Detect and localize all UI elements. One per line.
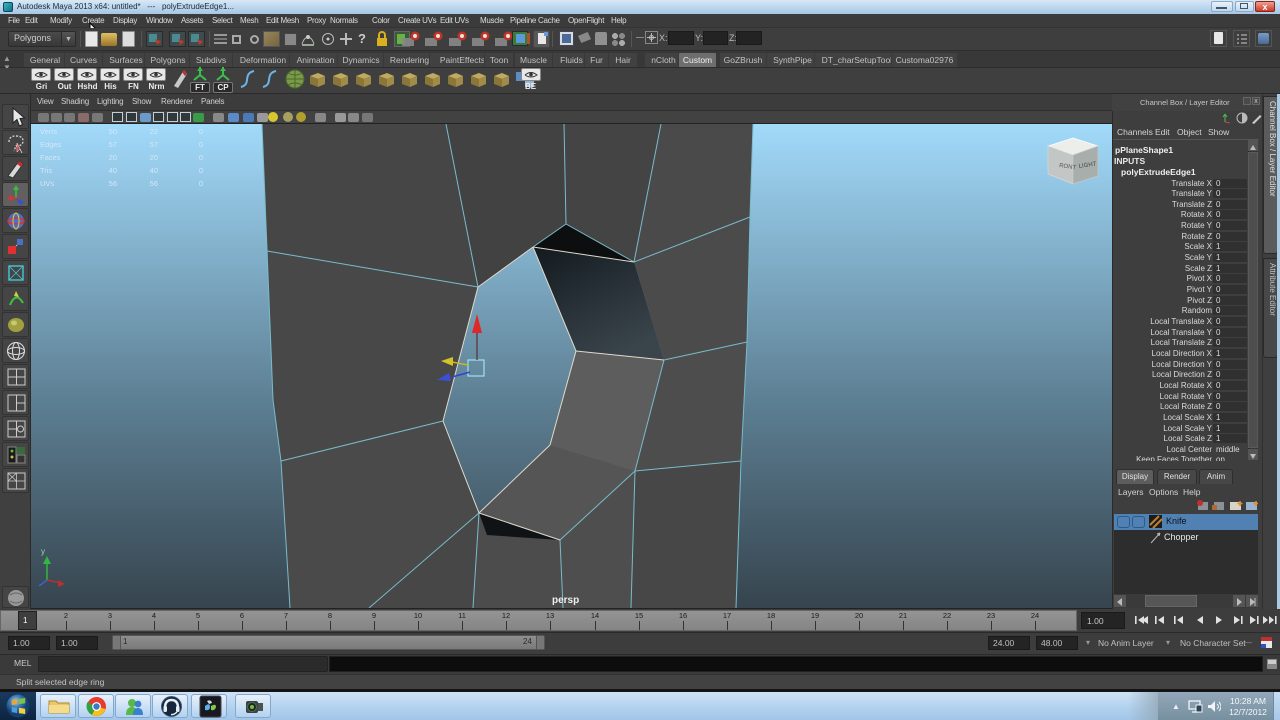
svg-text:50: 50 <box>109 127 117 136</box>
svg-text:Tris: Tris <box>40 166 52 175</box>
svg-text:56: 56 <box>150 179 158 188</box>
svg-text:56: 56 <box>109 179 117 188</box>
svg-text:20: 20 <box>150 153 158 162</box>
svg-text:y: y <box>41 547 45 556</box>
svg-text:UVs: UVs <box>40 179 54 188</box>
svg-text:Edges: Edges <box>40 140 62 149</box>
svg-text:22: 22 <box>150 127 158 136</box>
svg-text:persp: persp <box>552 595 579 606</box>
svg-text:0: 0 <box>199 140 203 149</box>
svg-text:0: 0 <box>199 127 203 136</box>
svg-text:Faces: Faces <box>40 153 61 162</box>
svg-text:0: 0 <box>199 166 203 175</box>
svg-text:40: 40 <box>109 166 117 175</box>
svg-text:0: 0 <box>199 179 203 188</box>
svg-text:57: 57 <box>150 140 158 149</box>
svg-text:20: 20 <box>109 153 117 162</box>
svg-text:40: 40 <box>150 166 158 175</box>
svg-text:57: 57 <box>109 140 117 149</box>
svg-text:Verts: Verts <box>40 127 57 136</box>
svg-text:0: 0 <box>199 153 203 162</box>
